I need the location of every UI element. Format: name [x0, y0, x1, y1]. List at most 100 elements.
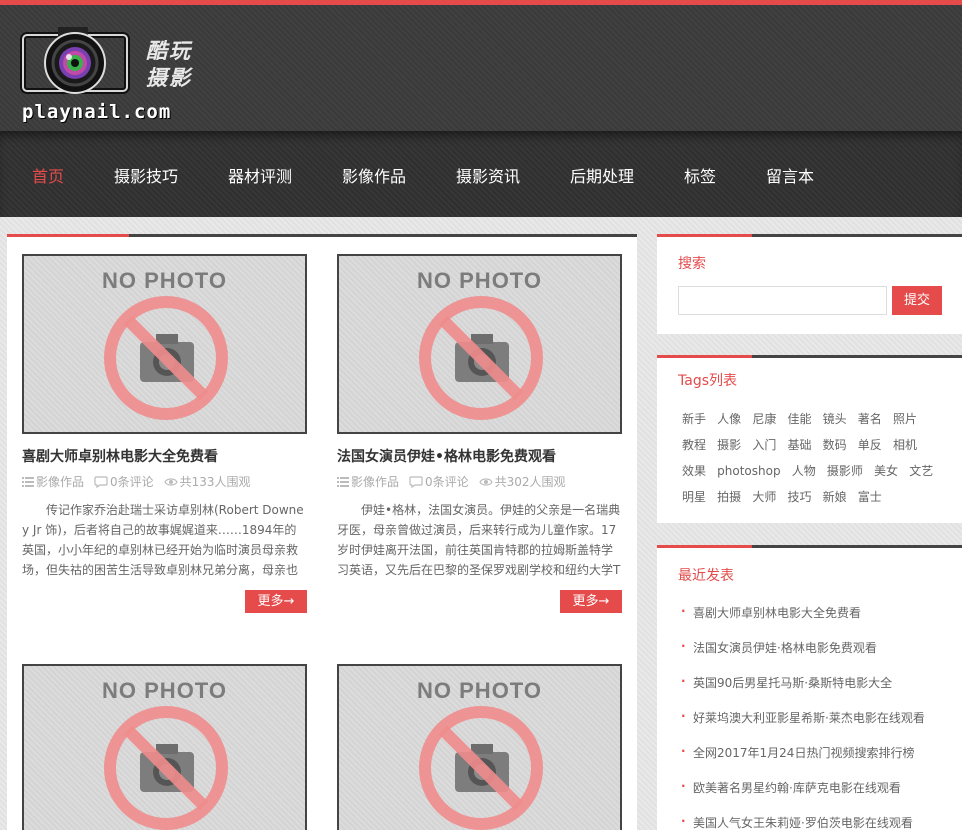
post-thumbnail[interactable]: NO PHOTO [22, 664, 307, 830]
post-category-label: 影像作品 [36, 475, 85, 489]
tag-link[interactable]: photoshop [717, 458, 780, 484]
tag-link[interactable]: 美女 [874, 458, 898, 484]
nav-item-photo-tips[interactable]: 摄影技巧 [114, 163, 178, 187]
tag-link[interactable]: 新娘 [823, 484, 847, 510]
tag-link[interactable]: 入门 [752, 432, 776, 458]
post-category[interactable]: 影像作品 [22, 473, 84, 490]
post-category-label: 影像作品 [351, 475, 400, 489]
recent-posts-list: 喜剧大师卓别林电影大全免费看 法国女演员伊娃·格林电影免费观看 英国90后男星托… [681, 604, 951, 830]
tags-widget-title: Tags列表 [678, 373, 737, 389]
search-input[interactable] [678, 286, 887, 315]
recent-posts-title: 最近发表 [678, 568, 734, 584]
post-title[interactable]: 喜剧大师卓别林电影大全免费看 [22, 446, 307, 466]
comment-icon [94, 475, 108, 488]
nav-item-home[interactable]: 首页 [32, 163, 64, 187]
recent-post-link[interactable]: 好莱坞澳大利亚影星希斯·莱杰电影在线观看 [681, 709, 951, 744]
post-meta: 影像作品 0条评论 共133人围观 [22, 473, 307, 490]
logo-chinese-text: 酷玩摄影 [146, 38, 192, 90]
tag-link[interactable]: 人物 [792, 458, 816, 484]
tag-link[interactable]: 相机 [893, 432, 917, 458]
no-photo-text: NO PHOTO [102, 678, 227, 703]
no-camera-icon [104, 706, 228, 830]
post-card: NO PHOTO [337, 664, 622, 830]
recent-post-link[interactable]: 法国女演员伊娃·格林电影免费观看 [681, 639, 951, 674]
logo-domain-text: playnail.com [22, 101, 172, 123]
tag-link[interactable]: 文艺 [909, 458, 933, 484]
post-title[interactable]: 法国女演员伊娃•格林电影免费观看 [337, 446, 622, 466]
tag-link[interactable]: 技巧 [787, 484, 811, 510]
search-widget-title: 搜索 [678, 256, 706, 272]
post-excerpt: 伊娃•格林，法国女演员。伊娃的父亲是一名瑞典牙医，母亲曾做过演员，后来转行成为儿… [337, 503, 621, 577]
tag-link[interactable]: 新手 [682, 406, 706, 432]
post-comments[interactable]: 0条评论 [409, 473, 469, 490]
eye-icon [478, 477, 493, 486]
no-camera-icon [419, 296, 543, 420]
post-comments[interactable]: 0条评论 [94, 473, 154, 490]
camera-logo-icon [20, 27, 130, 94]
eye-icon [163, 477, 178, 486]
tag-link[interactable]: 著名 [858, 406, 882, 432]
tag-cloud: 新手 人像 尼康 佳能 镜头 著名 照片 教程 摄影 入门 基础 数码 单反 相… [682, 406, 947, 510]
no-photo-text: NO PHOTO [417, 268, 542, 293]
post-card: NO PHOTO [22, 664, 307, 830]
nav-item-post-processing[interactable]: 后期处理 [570, 163, 634, 187]
post-views: 共302人围观 [478, 473, 566, 490]
tag-link[interactable]: 镜头 [823, 406, 847, 432]
recent-post-link[interactable]: 喜剧大师卓别林电影大全免费看 [681, 604, 951, 639]
list-icon [22, 476, 34, 487]
post-thumbnail[interactable]: NO PHOTO [337, 664, 622, 830]
search-widget: 搜索 提交 [657, 234, 962, 334]
no-camera-icon [104, 296, 228, 420]
main-navigation: 首页 摄影技巧 器材评测 影像作品 摄影资讯 后期处理 标签 留言本 [0, 131, 962, 217]
nav-item-news[interactable]: 摄影资讯 [456, 163, 520, 187]
recent-posts-widget: 最近发表 喜剧大师卓别林电影大全免费看 法国女演员伊娃·格林电影免费观看 英国9… [657, 545, 962, 830]
nav-item-gear-reviews[interactable]: 器材评测 [228, 163, 292, 187]
post-category[interactable]: 影像作品 [337, 473, 399, 490]
list-icon [337, 476, 349, 487]
post-thumbnail[interactable]: NO PHOTO [22, 254, 307, 434]
tag-link[interactable]: 大师 [752, 484, 776, 510]
read-more-button[interactable]: 更多→ [560, 590, 622, 613]
tag-link[interactable]: 摄影师 [827, 458, 863, 484]
tag-link[interactable]: 尼康 [752, 406, 776, 432]
tag-link[interactable]: 佳能 [787, 406, 811, 432]
tag-link[interactable]: 摄影 [717, 432, 741, 458]
nav-item-guestbook[interactable]: 留言本 [766, 163, 814, 187]
site-header: 酷玩摄影 playnail.com 首页 摄影技巧 器材评测 影像作品 摄影资讯… [0, 0, 962, 217]
post-views-label: 共302人围观 [494, 475, 566, 489]
no-camera-icon [419, 706, 543, 830]
post-comments-label: 0条评论 [425, 475, 469, 489]
recent-post-link[interactable]: 英国90后男星托马斯·桑斯特电影大全 [681, 674, 951, 709]
tag-link[interactable]: 单反 [858, 432, 882, 458]
tag-link[interactable]: 照片 [893, 406, 917, 432]
tag-link[interactable]: 效果 [682, 458, 706, 484]
post-views-label: 共133人围观 [179, 475, 251, 489]
nav-item-tags[interactable]: 标签 [684, 163, 716, 187]
tag-link[interactable]: 拍摄 [717, 484, 741, 510]
tag-link[interactable]: 基础 [787, 432, 811, 458]
site-logo[interactable]: 酷玩摄影 playnail.com [20, 23, 210, 128]
nav-item-works[interactable]: 影像作品 [342, 163, 406, 187]
post-thumbnail[interactable]: NO PHOTO [337, 254, 622, 434]
post-card: NO PHOTO 喜剧大师卓别林电影大全免费看 影像作品 0条评论 共133人围… [22, 254, 307, 613]
post-views: 共133人围观 [163, 473, 251, 490]
post-comments-label: 0条评论 [110, 475, 154, 489]
recent-post-link[interactable]: 美国人气女王朱莉娅·罗伯茨电影在线观看 [681, 814, 951, 830]
post-excerpt: 传记作家乔治赴瑞士采访卓别林(Robert Downey Jr 饰)，后者将自己… [22, 503, 304, 577]
tags-widget: Tags列表 新手 人像 尼康 佳能 镜头 著名 照片 教程 摄影 入门 基础 … [657, 355, 962, 523]
no-photo-text: NO PHOTO [102, 268, 227, 293]
tag-link[interactable]: 富士 [858, 484, 882, 510]
comment-icon [409, 475, 423, 488]
search-submit-button[interactable]: 提交 [892, 286, 942, 315]
tag-link[interactable]: 数码 [823, 432, 847, 458]
tag-link[interactable]: 人像 [717, 406, 741, 432]
read-more-button[interactable]: 更多→ [245, 590, 307, 613]
post-card: NO PHOTO 法国女演员伊娃•格林电影免费观看 影像作品 0条评论 共302… [337, 254, 622, 613]
no-photo-text: NO PHOTO [417, 678, 542, 703]
tag-link[interactable]: 明星 [682, 484, 706, 510]
post-list: NO PHOTO 喜剧大师卓别林电影大全免费看 影像作品 0条评论 共133人围… [7, 234, 637, 830]
recent-post-link[interactable]: 欧美著名男星约翰·库萨克电影在线观看 [681, 779, 951, 814]
post-meta: 影像作品 0条评论 共302人围观 [337, 473, 622, 490]
recent-post-link[interactable]: 全网2017年1月24日热门视频搜索排行榜 [681, 744, 951, 779]
tag-link[interactable]: 教程 [682, 432, 706, 458]
